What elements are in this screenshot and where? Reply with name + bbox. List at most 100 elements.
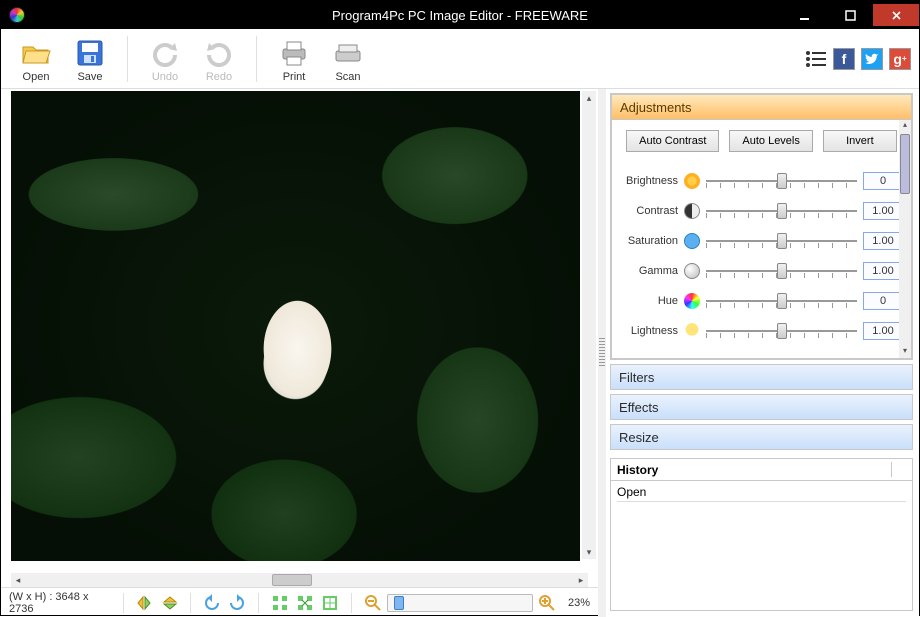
status-bar: (W x H) : 3648 x 2736 23% (1, 587, 598, 617)
lightness-slider[interactable] (706, 322, 857, 340)
lotus-image (11, 91, 580, 561)
scan-label: Scan (335, 71, 360, 83)
redo-icon (203, 37, 235, 69)
open-label: Open (23, 71, 50, 83)
open-button[interactable]: Open (9, 35, 63, 83)
canvas-pane: ▴ ▾ ◂ ▸ (W x H) : 3648 x 2736 2 (1, 89, 598, 617)
adjustments-scroll-thumb[interactable] (900, 134, 910, 194)
scroll-up-icon[interactable]: ▴ (899, 120, 911, 132)
scroll-down-icon[interactable]: ▾ (899, 346, 911, 358)
contrast-row: Contrast 1.00 (620, 196, 903, 226)
gamma-icon (684, 263, 700, 279)
actual-size-button[interactable] (320, 592, 341, 614)
fit-width-button[interactable] (269, 592, 290, 614)
invert-button[interactable]: Invert (823, 130, 897, 152)
bulb-icon (684, 323, 700, 339)
adjustments-scrollbar[interactable]: ▴ ▾ (899, 120, 911, 358)
gamma-value[interactable]: 1.00 (863, 262, 903, 280)
gamma-slider[interactable] (706, 262, 857, 280)
splitter-handle[interactable] (598, 89, 606, 617)
hscroll-thumb[interactable] (272, 574, 312, 586)
saturation-icon (684, 233, 700, 249)
zoom-slider[interactable] (387, 594, 532, 612)
history-list[interactable]: Open (611, 481, 912, 610)
print-label: Print (283, 71, 306, 83)
save-button[interactable]: Save (63, 35, 117, 83)
saturation-value[interactable]: 1.00 (863, 232, 903, 250)
googleplus-icon[interactable]: g+ (889, 48, 911, 70)
zoom-slider-thumb[interactable] (394, 596, 404, 610)
effects-header[interactable]: Effects (610, 394, 913, 420)
undo-button[interactable]: Undo (138, 35, 192, 83)
brightness-slider[interactable] (706, 172, 857, 190)
scroll-up-arrow-icon[interactable]: ▴ (582, 91, 596, 105)
history-title: History (617, 463, 658, 477)
rotate-left-button[interactable] (201, 592, 222, 614)
window-controls (781, 4, 919, 26)
auto-levels-button[interactable]: Auto Levels (729, 130, 812, 152)
fit-screen-button[interactable] (294, 592, 315, 614)
brightness-label: Brightness (620, 175, 678, 187)
maximize-button[interactable] (827, 4, 873, 26)
facebook-icon[interactable]: f (833, 48, 855, 70)
main-toolbar: Open Save Undo Redo Print Scan f g+ (1, 29, 919, 89)
history-panel: History Open (610, 458, 913, 611)
resize-header[interactable]: Resize (610, 424, 913, 450)
zoom-in-button[interactable] (537, 592, 558, 614)
print-button[interactable]: Print (267, 35, 321, 83)
saturation-slider[interactable] (706, 232, 857, 250)
brightness-row: Brightness 0 (620, 166, 903, 196)
contrast-value[interactable]: 1.00 (863, 202, 903, 220)
filters-header[interactable]: Filters (610, 364, 913, 390)
twitter-icon[interactable] (861, 48, 883, 70)
filters-title: Filters (619, 370, 654, 385)
history-header: History (611, 459, 912, 481)
canvas-vertical-scrollbar[interactable]: ▴ ▾ (582, 91, 596, 559)
redo-button[interactable]: Redo (192, 35, 246, 83)
lightness-row: Lightness 1.00 (620, 316, 903, 346)
image-canvas[interactable] (11, 91, 580, 561)
hue-row: Hue 0 (620, 286, 903, 316)
resize-title: Resize (619, 430, 659, 445)
list-view-icon[interactable] (805, 50, 827, 68)
hue-icon (684, 293, 700, 309)
scroll-right-arrow-icon[interactable]: ▸ (574, 575, 588, 586)
history-item[interactable]: Open (617, 483, 906, 502)
gamma-row: Gamma 1.00 (620, 256, 903, 286)
hue-value[interactable]: 0 (863, 292, 903, 310)
rotate-right-button[interactable] (227, 592, 248, 614)
saturation-row: Saturation 1.00 (620, 226, 903, 256)
auto-contrast-button[interactable]: Auto Contrast (626, 130, 719, 152)
image-dimensions: (W x H) : 3648 x 2736 (9, 591, 113, 615)
minimize-button[interactable] (781, 4, 827, 26)
canvas-wrap: ▴ ▾ (1, 89, 598, 573)
right-panel: Adjustments Auto Contrast Auto Levels In… (606, 89, 919, 617)
lightness-value[interactable]: 1.00 (863, 322, 903, 340)
contrast-slider[interactable] (706, 202, 857, 220)
adjustments-header[interactable]: Adjustments (611, 94, 912, 120)
sun-icon (684, 173, 700, 189)
undo-icon (149, 37, 181, 69)
hue-slider[interactable] (706, 292, 857, 310)
scan-button[interactable]: Scan (321, 35, 375, 83)
adjustments-body: Auto Contrast Auto Levels Invert Brightn… (611, 120, 912, 359)
folder-open-icon (20, 37, 52, 69)
scanner-icon (332, 37, 364, 69)
flip-vertical-button[interactable] (159, 592, 180, 614)
hue-label: Hue (620, 295, 678, 307)
saturation-label: Saturation (620, 235, 678, 247)
undo-label: Undo (152, 71, 178, 83)
printer-icon (278, 37, 310, 69)
scroll-left-arrow-icon[interactable]: ◂ (11, 575, 25, 586)
brightness-value[interactable]: 0 (863, 172, 903, 190)
zoom-out-button[interactable] (362, 592, 383, 614)
scroll-down-arrow-icon[interactable]: ▾ (582, 545, 596, 559)
redo-label: Redo (206, 71, 232, 83)
main-area: ▴ ▾ ◂ ▸ (W x H) : 3648 x 2736 2 (1, 89, 919, 617)
close-button[interactable] (873, 4, 919, 26)
titlebar: Program4Pc PC Image Editor - FREEWARE (1, 1, 919, 29)
adjustments-title: Adjustments (620, 100, 692, 115)
canvas-horizontal-scrollbar[interactable]: ◂ ▸ (11, 573, 588, 587)
flip-horizontal-button[interactable] (134, 592, 155, 614)
contrast-label: Contrast (620, 205, 678, 217)
